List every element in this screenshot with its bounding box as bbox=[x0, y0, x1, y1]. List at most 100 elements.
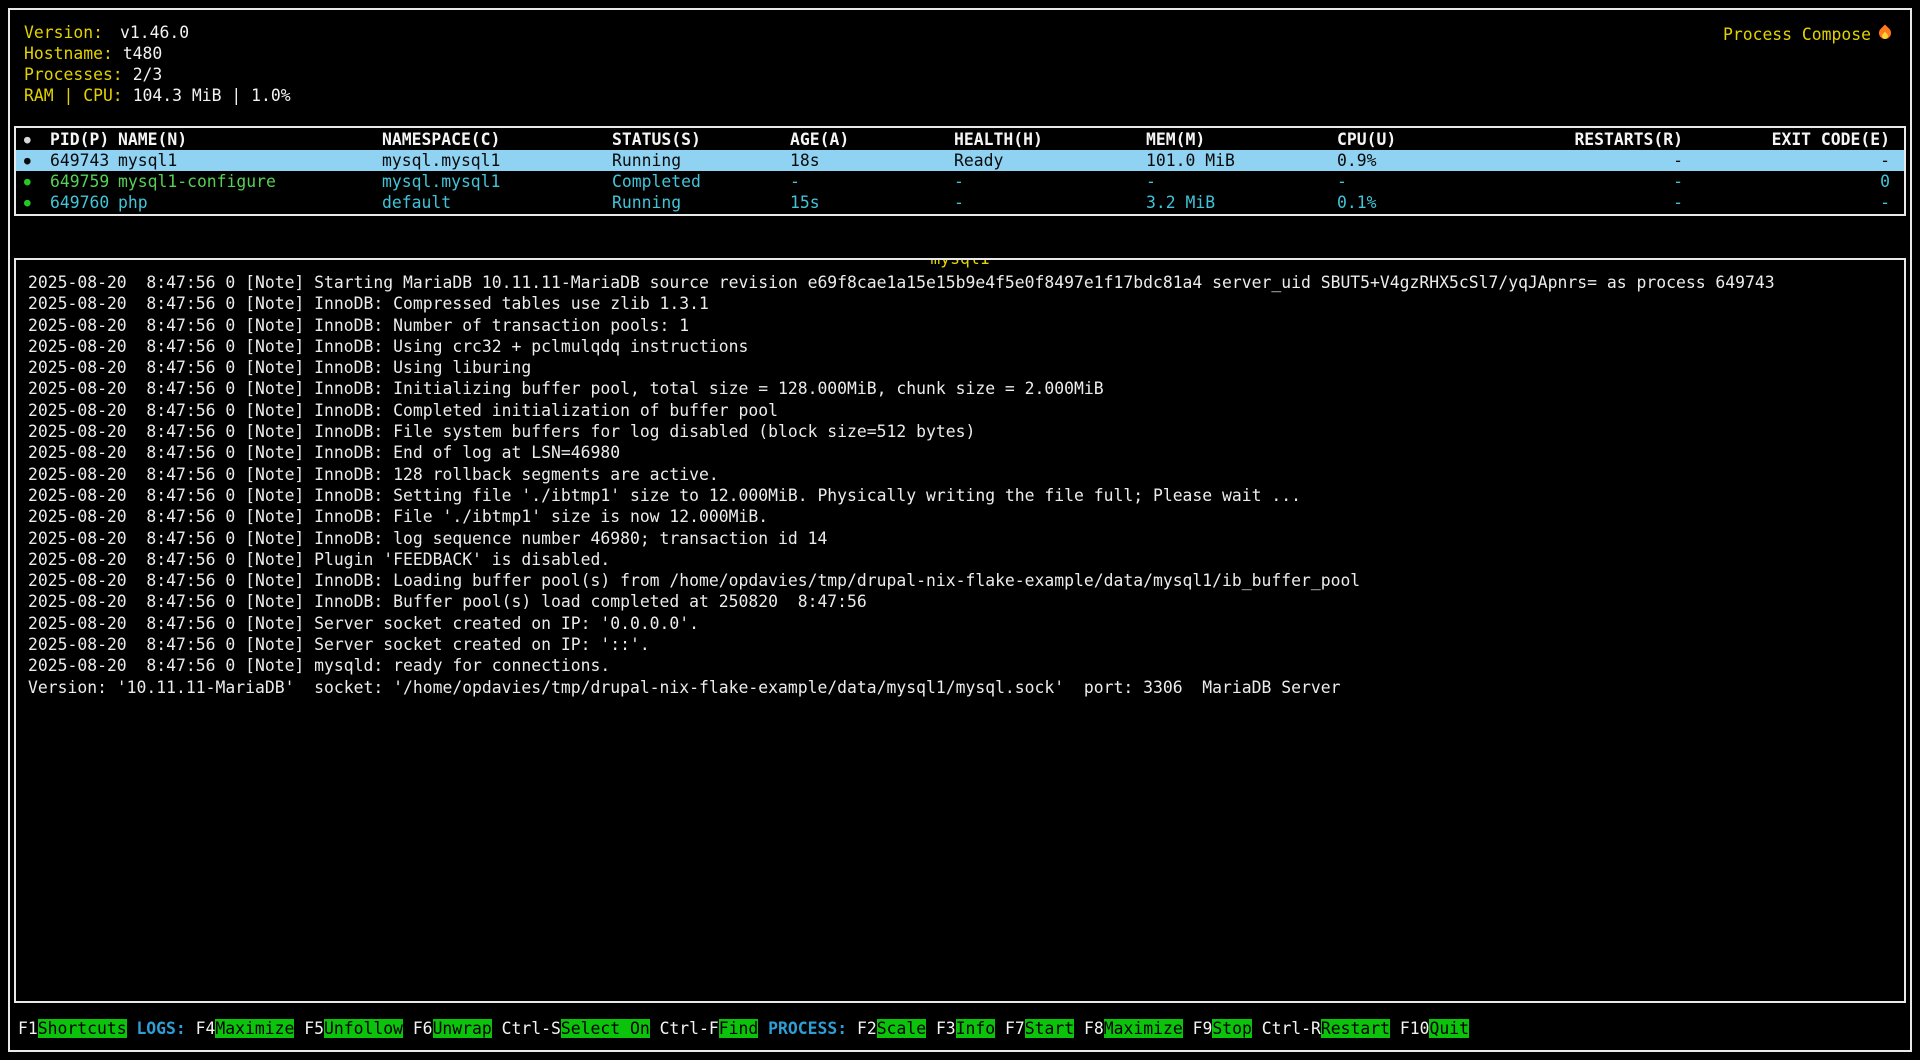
header-line-ram-cpu: RAM | CPU: 104.3 MiB | 1.0% bbox=[24, 85, 1896, 106]
cell-mem: 101.0 MiB bbox=[1146, 150, 1337, 171]
shortcut-scale[interactable]: Scale bbox=[877, 1019, 926, 1038]
log-line: 2025-08-20 8:47:56 0 [Note] Server socke… bbox=[28, 634, 1892, 655]
column-header-exit-code[interactable]: EXIT CODE(E) bbox=[1683, 129, 1890, 150]
status-dot-icon: ● bbox=[24, 192, 50, 213]
cell-mem: - bbox=[1146, 171, 1337, 192]
shortcut-shortcuts[interactable]: Shortcuts bbox=[38, 1019, 127, 1038]
log-line: 2025-08-20 8:47:56 0 [Note] mysqld: read… bbox=[28, 655, 1892, 676]
log-line: 2025-08-20 8:47:56 0 [Note] InnoDB: Load… bbox=[28, 570, 1892, 591]
status-section-logs: LOGS: bbox=[136, 1019, 185, 1038]
ram-cpu-value: 104.3 MiB | 1.0% bbox=[133, 85, 291, 106]
log-line: 2025-08-20 8:47:56 0 [Note] InnoDB: Init… bbox=[28, 378, 1892, 399]
status-section-process: PROCESS: bbox=[768, 1019, 847, 1038]
process-row-mysql1-configure[interactable]: ●649759mysql1-configuremysql.mysql1Compl… bbox=[16, 171, 1904, 192]
app-title-text: Process Compose bbox=[1723, 25, 1871, 44]
cell-status: Completed bbox=[612, 171, 790, 192]
column-header-restarts[interactable]: RESTARTS(R) bbox=[1537, 129, 1683, 150]
cell-age: 15s bbox=[790, 192, 954, 213]
shortcut-find[interactable]: Find bbox=[719, 1019, 758, 1038]
version-label: Version: bbox=[24, 22, 110, 43]
key-hint-f4: F4 bbox=[196, 1019, 216, 1038]
log-line: 2025-08-20 8:47:56 0 [Note] InnoDB: Numb… bbox=[28, 315, 1892, 336]
cell-status: Running bbox=[612, 192, 790, 213]
key-hint-f10: F10 bbox=[1400, 1019, 1430, 1038]
process-compose-terminal: Version: v1.46.0 Hostname: t480 Processe… bbox=[8, 8, 1912, 1052]
column-header-health[interactable]: HEALTH(H) bbox=[954, 129, 1146, 150]
column-header-name[interactable]: NAME(N) bbox=[118, 129, 382, 150]
cell-mem: 3.2 MiB bbox=[1146, 192, 1337, 213]
log-line: 2025-08-20 8:47:56 0 [Note] InnoDB: End … bbox=[28, 442, 1892, 463]
key-hint-f9: F9 bbox=[1193, 1019, 1213, 1038]
shortcut-restart[interactable]: Restart bbox=[1321, 1019, 1390, 1038]
log-line: 2025-08-20 8:47:56 0 [Note] InnoDB: File… bbox=[28, 421, 1892, 442]
log-line: 2025-08-20 8:47:56 0 [Note] InnoDB: Usin… bbox=[28, 336, 1892, 357]
process-row-php[interactable]: ●649760phpdefaultRunning15s-3.2 MiB0.1%-… bbox=[16, 192, 1904, 213]
header: Version: v1.46.0 Hostname: t480 Processe… bbox=[10, 10, 1910, 106]
cell-health: - bbox=[954, 171, 1146, 192]
shortcut-maximize[interactable]: Maximize bbox=[1104, 1019, 1183, 1038]
header-dot-icon: ● bbox=[24, 129, 50, 150]
processes-value: 2/3 bbox=[133, 64, 163, 85]
log-line: 2025-08-20 8:47:56 0 [Note] InnoDB: Usin… bbox=[28, 357, 1892, 378]
cell-health: - bbox=[954, 192, 1146, 213]
app-title: Process Compose bbox=[1723, 24, 1892, 45]
cell-namespace: mysql.mysql1 bbox=[382, 150, 612, 171]
key-hint-f2: F2 bbox=[857, 1019, 877, 1038]
ram-cpu-label: RAM | CPU: bbox=[24, 85, 123, 106]
column-header-cpu[interactable]: CPU(U) bbox=[1337, 129, 1537, 150]
process-table-body: ●649743mysql1mysql.mysql1Running18sReady… bbox=[16, 150, 1904, 213]
cell-restarts: - bbox=[1537, 150, 1683, 171]
flame-icon bbox=[1879, 26, 1892, 43]
log-line: 2025-08-20 8:47:56 0 [Note] InnoDB: File… bbox=[28, 506, 1892, 527]
shortcut-unwrap[interactable]: Unwrap bbox=[433, 1019, 492, 1038]
key-hint-f1: F1 bbox=[18, 1019, 38, 1038]
column-header-namespace[interactable]: NAMESPACE(C) bbox=[382, 129, 612, 150]
process-row-mysql1[interactable]: ●649743mysql1mysql.mysql1Running18sReady… bbox=[16, 150, 1904, 171]
shortcut-stop[interactable]: Stop bbox=[1212, 1019, 1251, 1038]
status-bar: F1Shortcuts LOGS: F4Maximize F5Unfollow … bbox=[18, 1018, 1902, 1040]
process-table: ●PID(P)NAME(N)NAMESPACE(C)STATUS(S)AGE(A… bbox=[14, 126, 1906, 216]
log-line: 2025-08-20 8:47:56 0 [Note] InnoDB: 128 … bbox=[28, 464, 1892, 485]
cell-pid: 649743 bbox=[50, 150, 118, 171]
status-dot-icon: ● bbox=[24, 150, 50, 171]
log-lines: 2025-08-20 8:47:56 0 [Note] Starting Mar… bbox=[16, 260, 1904, 698]
column-header-mem[interactable]: MEM(M) bbox=[1146, 129, 1337, 150]
shortcut-start[interactable]: Start bbox=[1025, 1019, 1074, 1038]
key-hint-ctrl-r: Ctrl-R bbox=[1262, 1019, 1321, 1038]
log-line: 2025-08-20 8:47:56 0 [Note] InnoDB: log … bbox=[28, 528, 1892, 549]
cell-exit-code: - bbox=[1683, 192, 1890, 213]
shortcut-unfollow[interactable]: Unfollow bbox=[324, 1019, 403, 1038]
cell-pid: 649759 bbox=[50, 171, 118, 192]
cell-pid: 649760 bbox=[50, 192, 118, 213]
key-hint-ctrl-s: Ctrl-S bbox=[502, 1019, 561, 1038]
cell-restarts: - bbox=[1537, 192, 1683, 213]
cell-age: 18s bbox=[790, 150, 954, 171]
status-dot-icon: ● bbox=[24, 171, 50, 192]
shortcut-quit[interactable]: Quit bbox=[1429, 1019, 1468, 1038]
log-line: Version: '10.11.11-MariaDB' socket: '/ho… bbox=[28, 677, 1892, 698]
column-header-age[interactable]: AGE(A) bbox=[790, 129, 954, 150]
key-hint-f8: F8 bbox=[1084, 1019, 1104, 1038]
key-hint-f5: F5 bbox=[304, 1019, 324, 1038]
cell-namespace: mysql.mysql1 bbox=[382, 171, 612, 192]
column-header-status[interactable]: STATUS(S) bbox=[612, 129, 790, 150]
hostname-label: Hostname: bbox=[24, 43, 113, 64]
column-header-pid[interactable]: PID(P) bbox=[50, 129, 118, 150]
header-line-version: Version: v1.46.0 bbox=[24, 22, 1896, 43]
cell-name: php bbox=[118, 192, 382, 213]
shortcut-maximize[interactable]: Maximize bbox=[215, 1019, 294, 1038]
log-line: 2025-08-20 8:47:56 0 [Note] Starting Mar… bbox=[28, 272, 1892, 293]
cell-name: mysql1 bbox=[118, 150, 382, 171]
log-line: 2025-08-20 8:47:56 0 [Note] InnoDB: Comp… bbox=[28, 400, 1892, 421]
shortcut-info[interactable]: Info bbox=[956, 1019, 995, 1038]
cell-cpu: 0.9% bbox=[1337, 150, 1537, 171]
shortcut-select-on[interactable]: Select On bbox=[561, 1019, 650, 1038]
key-hint-f7: F7 bbox=[1005, 1019, 1025, 1038]
cell-cpu: - bbox=[1337, 171, 1537, 192]
log-panel[interactable]: mysql1 2025-08-20 8:47:56 0 [Note] Start… bbox=[14, 258, 1906, 1003]
log-line: 2025-08-20 8:47:56 0 [Note] InnoDB: Comp… bbox=[28, 293, 1892, 314]
header-line-processes: Processes: 2/3 bbox=[24, 64, 1896, 85]
log-line: 2025-08-20 8:47:56 0 [Note] Server socke… bbox=[28, 613, 1892, 634]
cell-age: - bbox=[790, 171, 954, 192]
version-value: v1.46.0 bbox=[120, 22, 189, 43]
